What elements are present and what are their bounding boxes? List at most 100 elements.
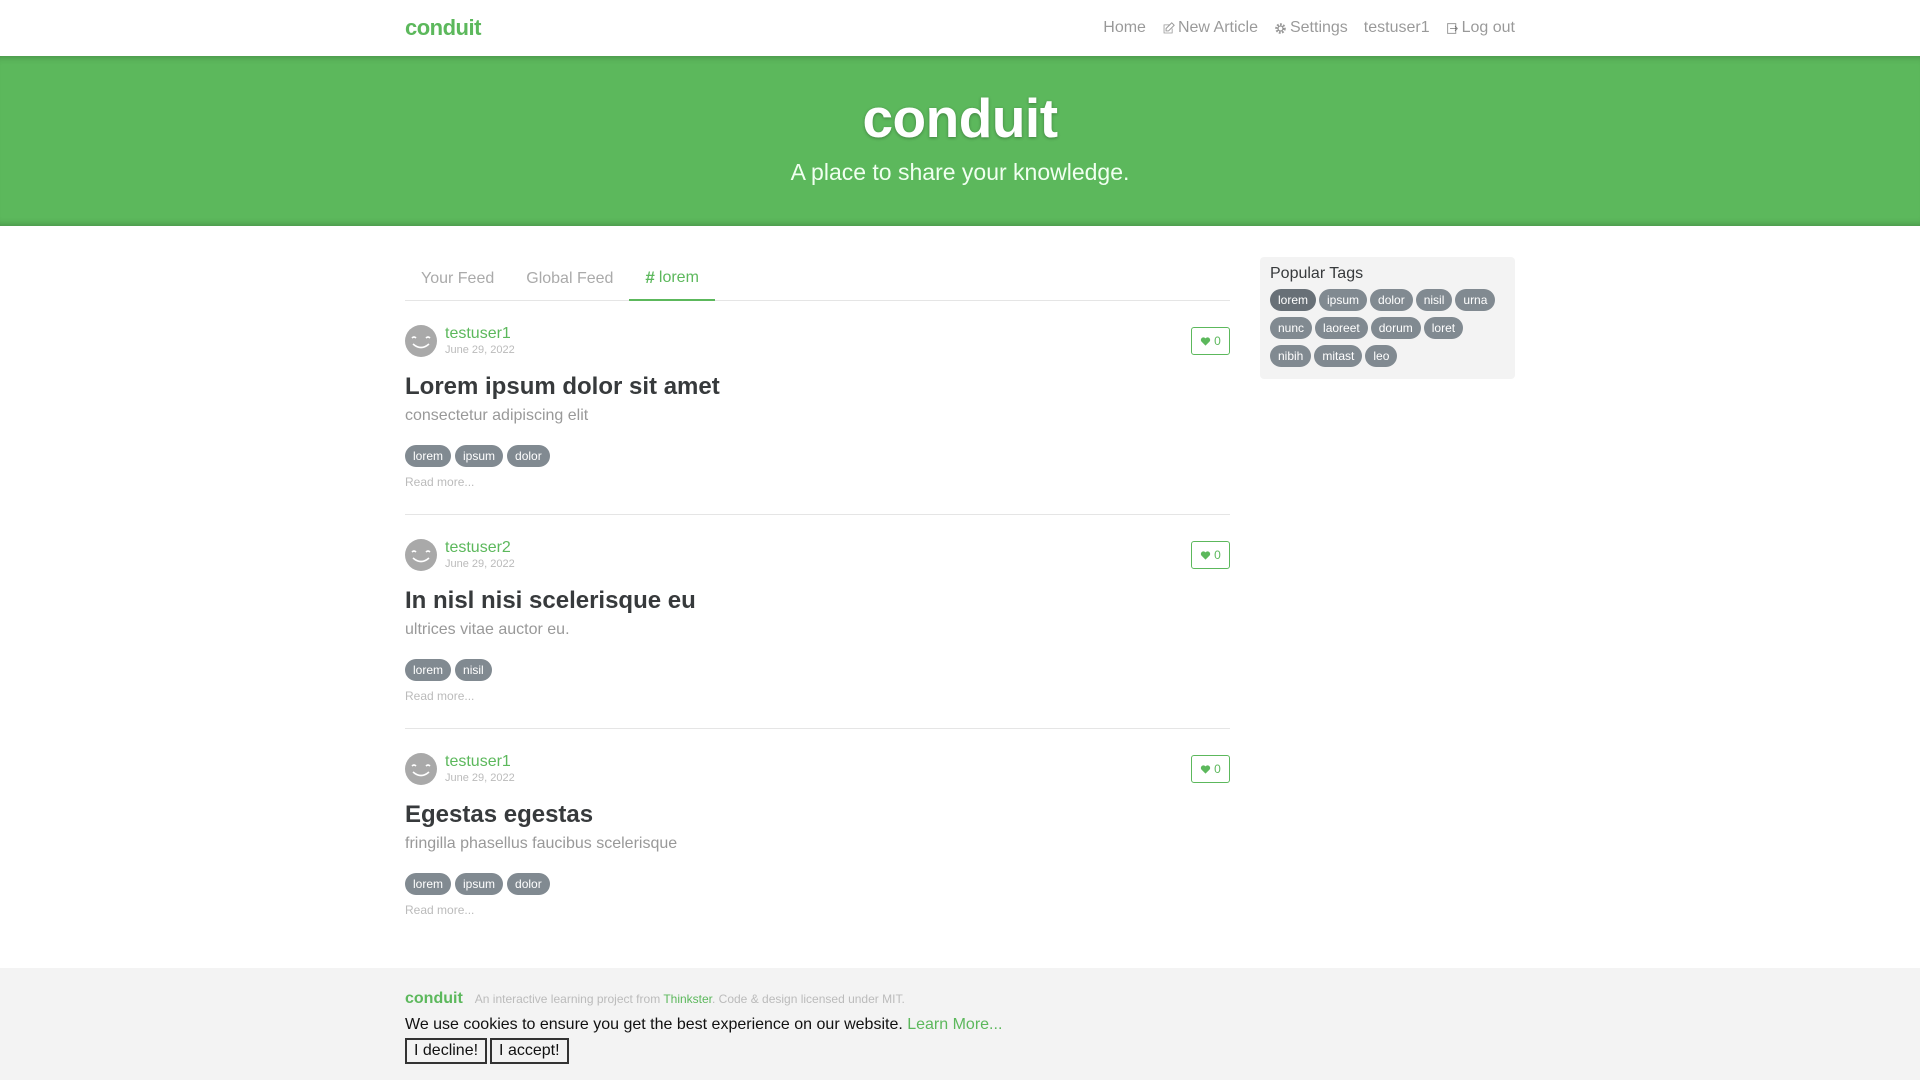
article-date: June 29, 2022 — [445, 772, 515, 784]
article-date: June 29, 2022 — [445, 558, 515, 570]
author-link[interactable]: testuser1 — [445, 754, 515, 770]
tag-pill[interactable]: lorem — [405, 445, 452, 467]
tag-pill[interactable]: dolor — [507, 873, 550, 895]
nav-new-article[interactable]: New Article — [1162, 19, 1258, 37]
hash-icon: # — [645, 268, 655, 287]
gear-icon — [1275, 22, 1286, 34]
footer: conduit An interactive learning project … — [0, 968, 1920, 1080]
avatar[interactable] — [405, 753, 437, 785]
popular-tag[interactable]: leo — [1365, 345, 1398, 367]
article-preview: testuser1 June 29, 2022 0 Lorem ipsum do… — [405, 301, 1230, 515]
popular-tag[interactable]: lorem — [1270, 289, 1317, 311]
article-tag-list: lorem nisil — [405, 659, 1230, 681]
article-title[interactable]: Egestas egestas — [405, 801, 1230, 829]
popular-tag[interactable]: mitast — [1314, 345, 1363, 367]
article-preview: testuser1 June 29, 2022 0 Egestas egesta… — [405, 729, 1230, 943]
favorite-button[interactable]: 0 — [1191, 755, 1230, 783]
popular-tag[interactable]: loret — [1423, 317, 1464, 339]
nav-logout[interactable]: Log out — [1446, 19, 1515, 37]
read-more-link[interactable]: Read more... — [405, 689, 1230, 703]
nav-logout-label: Log out — [1461, 19, 1515, 36]
article-title[interactable]: Lorem ipsum dolor sit amet — [405, 373, 1230, 401]
popular-tag[interactable]: nibih — [1270, 345, 1312, 367]
favorite-count: 0 — [1214, 762, 1221, 776]
tab-tag-label: lorem — [658, 269, 699, 286]
smiley-avatar-icon — [411, 336, 431, 349]
decline-cookies-button[interactable]: I decline! — [405, 1038, 488, 1064]
sidebar: Popular Tags lorem ipsum dolor nisil urn… — [1260, 257, 1515, 943]
article-tag-list: lorem ipsum dolor — [405, 445, 1230, 467]
read-more-link[interactable]: Read more... — [405, 475, 1230, 489]
thinkster-link[interactable]: Thinkster — [663, 992, 712, 1006]
article-description: ultrices vitae auctor eu. — [405, 621, 570, 638]
popular-tags-box: Popular Tags lorem ipsum dolor nisil urn… — [1260, 257, 1515, 379]
tab-global-feed[interactable]: Global Feed — [510, 257, 629, 301]
favorite-button[interactable]: 0 — [1191, 327, 1230, 355]
popular-tags-heading: Popular Tags — [1270, 265, 1364, 282]
tag-pill[interactable]: lorem — [405, 873, 452, 895]
smiley-avatar-icon — [411, 550, 431, 563]
article-tag-list: lorem ipsum dolor — [405, 873, 1230, 895]
navbar: conduit Home New Article Settings testus… — [0, 0, 1920, 56]
author-link[interactable]: testuser2 — [445, 540, 515, 556]
tag-pill[interactable]: ipsum — [455, 873, 504, 895]
feed-column: Your Feed Global Feed # lorem testuser1 … — [405, 257, 1230, 943]
popular-tag[interactable]: dolor — [1370, 289, 1413, 311]
accept-cookies-button[interactable]: I accept! — [490, 1038, 569, 1064]
favorite-count: 0 — [1214, 334, 1221, 348]
popular-tag[interactable]: laoreet — [1315, 317, 1368, 339]
attribution-prefix: An interactive learning project from — [474, 992, 661, 1006]
popular-tag-list: lorem ipsum dolor nisil urna nunc laoree… — [1270, 289, 1505, 367]
logout-icon — [1446, 22, 1458, 34]
banner-subtitle: A place to share your knowledge. — [790, 158, 1130, 185]
nav-settings-label: Settings — [1289, 19, 1348, 36]
nav-settings[interactable]: Settings — [1274, 19, 1348, 37]
article-meta: testuser1 June 29, 2022 0 — [405, 753, 1230, 785]
heart-icon — [1201, 550, 1211, 560]
banner-title: conduit — [862, 87, 1058, 149]
popular-tag[interactable]: urna — [1455, 289, 1496, 311]
nav-home-label: Home — [1103, 19, 1146, 36]
tab-tag-lorem[interactable]: # lorem — [629, 257, 715, 301]
favorite-count: 0 — [1214, 548, 1221, 562]
article-description: consectetur adipiscing elit — [405, 407, 589, 424]
tag-pill[interactable]: ipsum — [455, 445, 504, 467]
footer-attribution: An interactive learning project from Thi… — [475, 992, 905, 1006]
popular-tag[interactable]: ipsum — [1319, 289, 1368, 311]
feed-tabs: Your Feed Global Feed # lorem — [405, 257, 1230, 301]
smiley-avatar-icon — [411, 764, 431, 777]
nav-new-article-label: New Article — [1177, 19, 1258, 36]
avatar[interactable] — [405, 325, 437, 357]
nav-profile[interactable]: testuser1 — [1364, 19, 1430, 37]
article-meta: testuser2 June 29, 2022 0 — [405, 539, 1230, 571]
heart-icon — [1201, 336, 1211, 346]
tab-your-feed[interactable]: Your Feed — [405, 257, 510, 301]
popular-tag[interactable]: nisil — [1415, 289, 1453, 311]
nav-profile-label: testuser1 — [1363, 19, 1430, 36]
brand-logo[interactable]: conduit — [405, 15, 481, 41]
article-description: fringilla phasellus faucibus scelerisque — [405, 835, 678, 852]
cookie-buttons: I decline! I accept! — [405, 1038, 1515, 1064]
tag-pill[interactable]: dolor — [507, 445, 550, 467]
compose-icon — [1163, 21, 1175, 33]
article-date: June 29, 2022 — [445, 344, 515, 356]
popular-tag[interactable]: nunc — [1270, 317, 1313, 339]
article-meta: testuser1 June 29, 2022 0 — [405, 325, 1230, 357]
author-link[interactable]: testuser1 — [445, 326, 515, 342]
banner: conduit A place to share your knowledge. — [0, 56, 1920, 226]
footer-brand[interactable]: conduit — [405, 990, 463, 1008]
popular-tag[interactable]: dorum — [1370, 317, 1421, 339]
article-title[interactable]: In nisl nisi scelerisque eu — [405, 587, 1230, 615]
cookie-notice: We use cookies to ensure you get the bes… — [405, 1016, 1515, 1034]
tag-pill[interactable]: lorem — [405, 659, 452, 681]
nav-links: Home New Article Settings testuser1 Log … — [1103, 19, 1515, 37]
favorite-button[interactable]: 0 — [1191, 541, 1230, 569]
nav-home[interactable]: Home — [1103, 19, 1146, 37]
learn-more-link[interactable]: Learn More... — [907, 1016, 1002, 1033]
attribution-suffix: . Code & design licensed under MIT. — [712, 992, 905, 1006]
avatar[interactable] — [405, 539, 437, 571]
tag-pill[interactable]: nisil — [455, 659, 492, 681]
read-more-link[interactable]: Read more... — [405, 903, 1230, 917]
cookie-text: We use cookies to ensure you get the bes… — [405, 1016, 903, 1033]
article-preview: testuser2 June 29, 2022 0 In nisl nisi s… — [405, 515, 1230, 729]
